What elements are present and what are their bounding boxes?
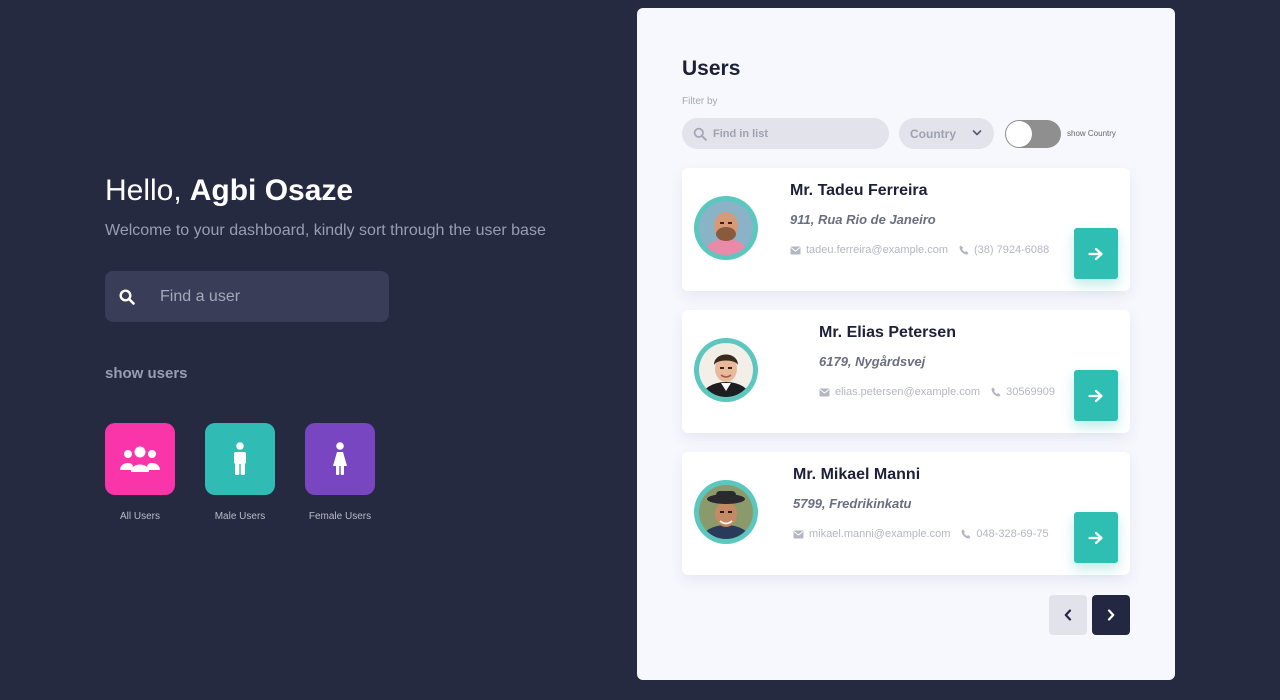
chevron-left-icon [1064,609,1072,621]
user-name: Mr. Mikael Manni [793,466,921,483]
avatar [694,338,758,412]
show-country-label: show Country [1067,129,1116,138]
user-info: Mr. Tadeu Ferreira 911, Rua Rio de Janei… [790,182,1049,256]
list-search-input[interactable] [713,127,873,140]
phone-icon [961,529,971,539]
arrow-right-icon [1088,389,1103,402]
male-users-button[interactable]: Male Users [205,423,275,522]
welcome-section: Hello, Agbi Osaze Welcome to your dashboa… [105,0,575,700]
user-phone: 30569909 [1006,386,1056,398]
panel-title: Users [682,57,741,80]
user-contacts: mikael.manni@example.com 048-328-69-75 [793,528,1049,540]
user-photo [699,343,753,412]
previous-page-button[interactable] [1049,595,1087,635]
filter-label: Filter by [682,96,718,107]
mail-icon [790,246,801,254]
greeting-hello: Hello, [105,174,182,207]
user-info: Mr. Mikael Manni 5799, Fredrikinkatu mik… [793,466,1049,540]
users-panel: Users Filter by Country show Country [637,8,1175,680]
user-phone: 048-328-69-75 [976,528,1049,540]
chevron-right-icon [1107,609,1115,621]
user-search-input[interactable] [160,287,360,306]
user-address: 911, Rua Rio de Janeiro [790,212,936,227]
male-icon [234,442,246,475]
chevron-down-icon [972,130,982,136]
list-search[interactable] [682,118,889,149]
user-search[interactable] [105,271,389,322]
search-icon [119,288,135,305]
female-users-tile[interactable] [305,423,375,495]
show-users-heading: show users [105,365,188,382]
user-photo [699,201,753,267]
mail-icon [793,530,804,538]
greeting-user-name: Agbi Osaze [189,174,354,207]
avatar [694,196,758,267]
phone-icon [959,245,969,255]
all-users-button[interactable]: All Users [105,423,175,522]
male-users-label: Male Users [214,511,266,522]
user-info: Mr. Elias Petersen 6179, Nygårdsvej elia… [819,324,1055,398]
user-address: 5799, Fredrikinkatu [793,496,912,511]
all-users-tile[interactable] [105,423,175,495]
search-icon [693,127,707,141]
female-users-button[interactable]: Female Users [305,423,375,522]
phone-icon [991,387,1001,397]
view-user-button[interactable] [1074,512,1118,563]
user-email: mikael.manni@example.com [809,528,951,540]
user-photo [699,485,753,553]
user-contacts: tadeu.ferreira@example.com (38) 7924-608… [790,244,1049,256]
all-users-label: All Users [119,511,160,522]
user-card[interactable]: Mr. Elias Petersen 6179, Nygårdsvej elia… [682,310,1130,433]
view-user-button[interactable] [1074,370,1118,421]
greeting: Hello, Agbi Osaze [105,174,353,208]
user-email: elias.petersen@example.com [835,386,981,398]
show-country-toggle[interactable] [1005,120,1061,148]
female-icon [333,442,347,475]
users-group-icon [120,446,160,472]
female-users-label: Female Users [308,511,372,522]
country-select-label: Country [910,126,956,141]
arrow-right-icon [1088,531,1103,544]
user-phone: (38) 7924-6088 [974,244,1050,256]
user-card[interactable]: Mr. Mikael Manni 5799, Fredrikinkatu mik… [682,452,1130,575]
user-address: 6179, Nygårdsvej [819,354,926,369]
user-contacts: elias.petersen@example.com 30569909 [819,386,1055,398]
avatar [694,480,758,553]
user-name: Mr. Elias Petersen [819,324,956,341]
welcome-text: Welcome to your dashboard, kindly sort t… [105,222,546,239]
country-select[interactable]: Country [899,118,994,149]
arrow-right-icon [1088,247,1103,260]
toggle-knob [1006,121,1032,147]
user-card[interactable]: Mr. Tadeu Ferreira 911, Rua Rio de Janei… [682,168,1130,291]
male-users-tile[interactable] [205,423,275,495]
next-page-button[interactable] [1092,595,1130,635]
user-name: Mr. Tadeu Ferreira [790,182,928,199]
mail-icon [819,388,830,396]
view-user-button[interactable] [1074,228,1118,279]
user-email: tadeu.ferreira@example.com [806,244,949,256]
